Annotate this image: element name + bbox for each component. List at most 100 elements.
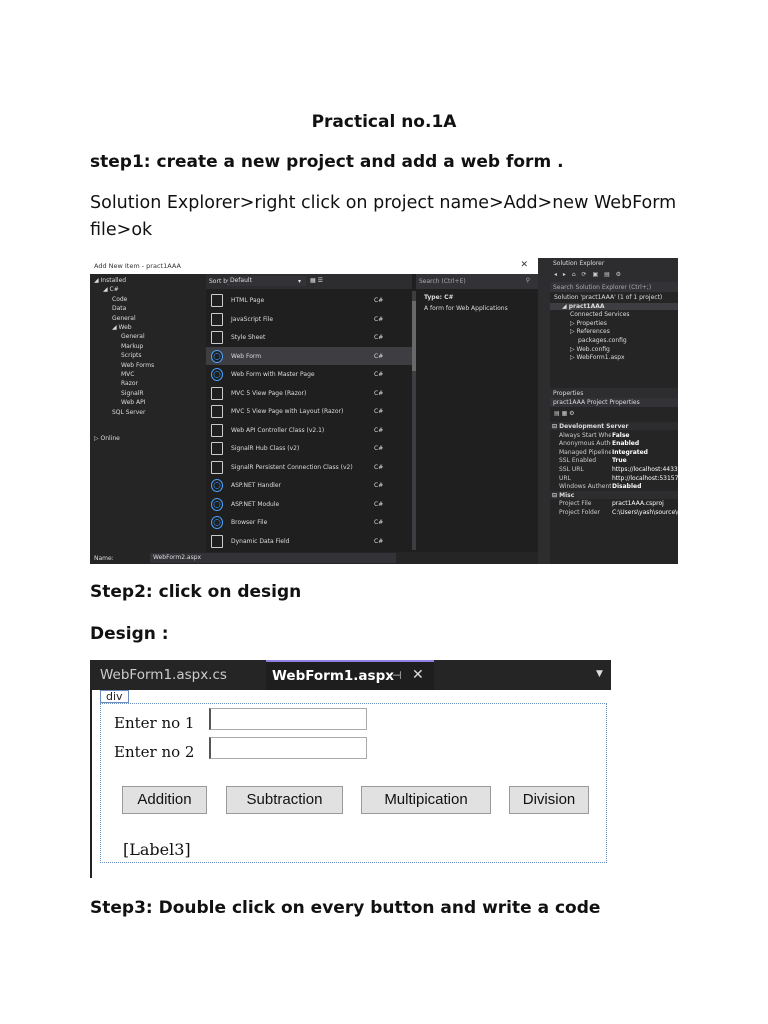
tree-item[interactable]: ◢ Web (112, 324, 132, 331)
property-row[interactable]: Managed Pipeline MIntegrated (550, 448, 678, 456)
property-category[interactable]: ⊟ Development Server (550, 422, 678, 430)
template-language: C# (374, 408, 384, 415)
property-row[interactable]: SSL Enabled True (550, 456, 678, 464)
template-item[interactable]: JavaScript File C# (206, 310, 412, 328)
template-item[interactable]: HTML Page C# (206, 291, 412, 309)
template-list: HTML Page C# JavaScript File C# Style Sheet C… (206, 291, 412, 550)
pin-icon[interactable]: ⊣ (392, 669, 402, 682)
tree-item[interactable]: Data (112, 305, 126, 312)
solution-item[interactable]: ◢ pract1AAA (550, 302, 678, 310)
textbox-2[interactable] (209, 737, 367, 759)
page-icon (211, 294, 223, 307)
template-language: C# (374, 426, 384, 434)
property-category[interactable]: ⊟ Misc (550, 490, 678, 499)
textbox-1[interactable] (209, 708, 367, 730)
name-input[interactable]: WebForm2.aspx (150, 553, 396, 563)
tree-item[interactable]: ◢ C# (103, 286, 119, 293)
template-name: Browser File (231, 519, 268, 526)
solution-explorer-search[interactable]: Search Solution Explorer (Ctrl+;) (550, 282, 678, 292)
tree-item[interactable]: Markup (121, 343, 143, 350)
template-language: C# (374, 389, 384, 397)
tree-item[interactable]: MVC (121, 371, 134, 378)
template-item[interactable]: MVC 5 View Page (Razor) C# (206, 384, 412, 402)
template-item[interactable]: MVC 5 View Page with Layout (Razor) C# (206, 402, 412, 420)
template-item[interactable]: Web API Controller Class (v2.1) C# (206, 421, 412, 439)
sort-dropdown[interactable]: Default (228, 276, 306, 286)
tree-item[interactable]: ▷ Online (94, 435, 120, 442)
solution-explorer-toolbar[interactable]: ◂ ▸ ⌂ ⟳ ▣ ▤ ⚙ (550, 268, 678, 282)
template-language: C# (374, 537, 384, 545)
multiplication-button[interactable]: Multipication (361, 786, 491, 814)
div-container: Enter no 1 Enter no 2 Addition Subtracti… (100, 703, 607, 863)
template-item[interactable]: Web Form with Master Page C# (206, 365, 412, 383)
tab-webform-aspx-label: WebForm1.aspx (272, 668, 394, 684)
template-name: JavaScript File (231, 315, 274, 323)
template-language: C# (374, 463, 384, 471)
solution-item[interactable]: Connected Services (550, 311, 630, 318)
template-name: ASP.NET Handler (231, 482, 281, 489)
tree-item[interactable]: SignalR (121, 390, 144, 397)
template-search-input[interactable]: Search (Ctrl+E) ⚲ (416, 274, 538, 289)
properties-toolbar[interactable]: ▤ ▦ ⚙ (550, 408, 678, 420)
tree-item[interactable]: Scripts (121, 352, 142, 359)
tree-item[interactable]: General (121, 333, 145, 340)
globe-icon (211, 368, 223, 381)
close-icon[interactable]: ✕ (520, 260, 528, 270)
template-item[interactable]: SignalR Persistent Connection Class (v2)… (206, 458, 412, 476)
property-row[interactable]: Windows AuthenticaDisabled (550, 482, 678, 490)
template-scrollbar[interactable] (412, 291, 416, 550)
tab-webform-aspx[interactable]: WebForm1.aspx ⊣ ✕ (266, 660, 434, 690)
tree-item[interactable]: Web API (121, 399, 145, 406)
template-name: Style Sheet (231, 334, 266, 341)
division-button[interactable]: Division (509, 786, 589, 814)
property-row[interactable]: Project Folder C:\Users\yash\source\rep (550, 508, 678, 516)
tree-item[interactable]: Code (112, 296, 127, 303)
tree-item[interactable]: ◢ Installed (94, 277, 126, 284)
template-name: SignalR Persistent Connection Class (v2) (231, 463, 353, 471)
property-value: pract1AAA.csproj (612, 500, 664, 508)
template-item[interactable]: ASP.NET Module C# (206, 495, 412, 513)
class-icon (211, 460, 223, 474)
tree-item[interactable]: Web Forms (121, 362, 154, 369)
property-row[interactable]: Always Start When DFalse (550, 431, 678, 439)
property-row[interactable]: URL http://localhost:53157/ (550, 474, 678, 482)
add-new-item-dialog: Add New Item - pract1AAA ✕ ◢ Installed ◢ … (90, 258, 538, 564)
tab-webform-cs[interactable]: WebForm1.aspx.cs (90, 660, 237, 690)
template-item[interactable]: Browser File C# (206, 513, 412, 531)
solution-item[interactable]: ▷ References (550, 328, 610, 335)
subtraction-button[interactable]: Subtraction (226, 786, 343, 814)
tree-item[interactable]: General (112, 315, 136, 322)
tree-item[interactable]: Razor (121, 380, 138, 387)
close-icon[interactable]: ✕ (412, 667, 424, 683)
grid-view-icon[interactable]: ▦ ☰ (310, 277, 323, 284)
property-value: Disabled (612, 483, 642, 491)
property-key: Project File (559, 500, 592, 508)
chevron-down-icon[interactable]: ▼ (596, 669, 603, 679)
solution-item[interactable]: ▷ WebForm1.aspx (550, 354, 625, 361)
globe-icon (211, 479, 223, 492)
solution-item[interactable]: Solution 'pract1AAA' (1 of 1 project) (550, 294, 662, 301)
template-item[interactable]: SignalR Hub Class (v2) C# (206, 439, 412, 457)
template-item[interactable]: Web Form C# (206, 346, 412, 365)
tree-item[interactable]: SQL Server (112, 409, 145, 416)
property-value: Enabled (612, 440, 640, 448)
property-row[interactable]: Project File pract1AAA.csproj (550, 499, 678, 507)
addition-button[interactable]: Addition (122, 786, 207, 814)
solution-item[interactable]: packages.config (550, 337, 627, 344)
template-item[interactable]: Dynamic Data Field C# (206, 532, 412, 550)
property-value: C:\Users\yash\source\rep (612, 509, 678, 516)
search-icon: ⚲ (525, 277, 530, 284)
property-row[interactable]: SSL URL https://localhost:44334/ (550, 465, 678, 473)
template-item[interactable]: ASP.NET Handler C# (206, 476, 412, 494)
label-enter-no-1: Enter no 1 (114, 714, 195, 732)
properties-object[interactable]: pract1AAA Project Properties (550, 398, 678, 407)
template-item[interactable]: Style Sheet C# (206, 328, 412, 346)
template-language: C# (374, 500, 384, 508)
name-label: Name: (94, 555, 114, 562)
properties-title: Properties (550, 388, 678, 398)
solution-item[interactable]: ▷ Web.config (550, 346, 610, 353)
property-row[interactable]: Anonymous AuthenticEnabled (550, 439, 678, 447)
name-bar: Name: WebForm2.aspx (90, 552, 538, 564)
editor-left-border (90, 690, 92, 878)
solution-item[interactable]: ▷ Properties (550, 320, 607, 327)
